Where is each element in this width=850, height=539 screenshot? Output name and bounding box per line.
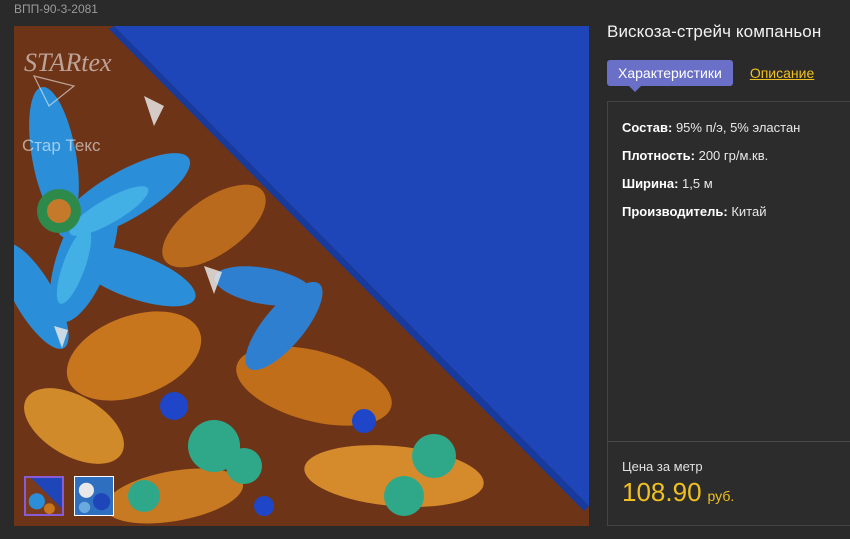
- spec-value: Китай: [731, 204, 767, 219]
- watermark-brand: STARtex: [24, 48, 112, 77]
- price-value: 108.90: [622, 477, 702, 507]
- thumbnail-2[interactable]: [74, 476, 114, 516]
- price-row: 108.90 руб.: [622, 477, 734, 508]
- spec-row-width: Ширина: 1,5 м: [622, 176, 800, 192]
- product-photo[interactable]: STARtex Стар Текс: [14, 26, 589, 526]
- spec-row-density: Плотность: 200 гр/м.кв.: [622, 148, 800, 164]
- info-tabs: Характеристики Описание: [607, 60, 814, 92]
- price-currency: руб.: [707, 488, 735, 504]
- spec-key: Производитель:: [622, 204, 728, 219]
- thumbnail-1[interactable]: [24, 476, 64, 516]
- product-title: Вискоза-стрейч компаньон: [607, 22, 822, 41]
- thumbnail-strip: [24, 476, 114, 516]
- spec-value: 95% п/э, 5% эластан: [675, 120, 801, 135]
- product-sku: ВПП-90-3-2081: [14, 2, 98, 16]
- tab-characteristics[interactable]: Характеристики: [607, 60, 733, 92]
- price-divider: [608, 441, 850, 442]
- spec-key: Плотность:: [622, 148, 695, 163]
- spec-row-manufacturer: Производитель: Китай: [622, 204, 800, 220]
- fabric-image: STARtex Стар Текс: [14, 26, 589, 526]
- thumbnail-1-image: [26, 478, 62, 514]
- spec-row-composition: Состав: 95% п/э, 5% эластан: [622, 120, 800, 136]
- tab-description[interactable]: Описание: [750, 65, 814, 81]
- product-page: ВПП-90-3-2081 STARtex Стар Текс Вискоза-…: [0, 0, 850, 539]
- spec-key: Ширина:: [622, 176, 679, 191]
- info-panel: Состав: 95% п/э, 5% эластан Плотность: 2…: [607, 101, 850, 526]
- spec-value: 1,5 м: [682, 176, 713, 191]
- spec-value: 200 гр/м.кв.: [698, 148, 769, 163]
- spec-list: Состав: 95% п/э, 5% эластан Плотность: 2…: [622, 120, 800, 232]
- price-label: Цена за метр: [622, 459, 703, 474]
- thumbnail-2-image: [75, 477, 113, 515]
- watermark-caption: Стар Текс: [22, 136, 101, 155]
- spec-key: Состав:: [622, 120, 673, 135]
